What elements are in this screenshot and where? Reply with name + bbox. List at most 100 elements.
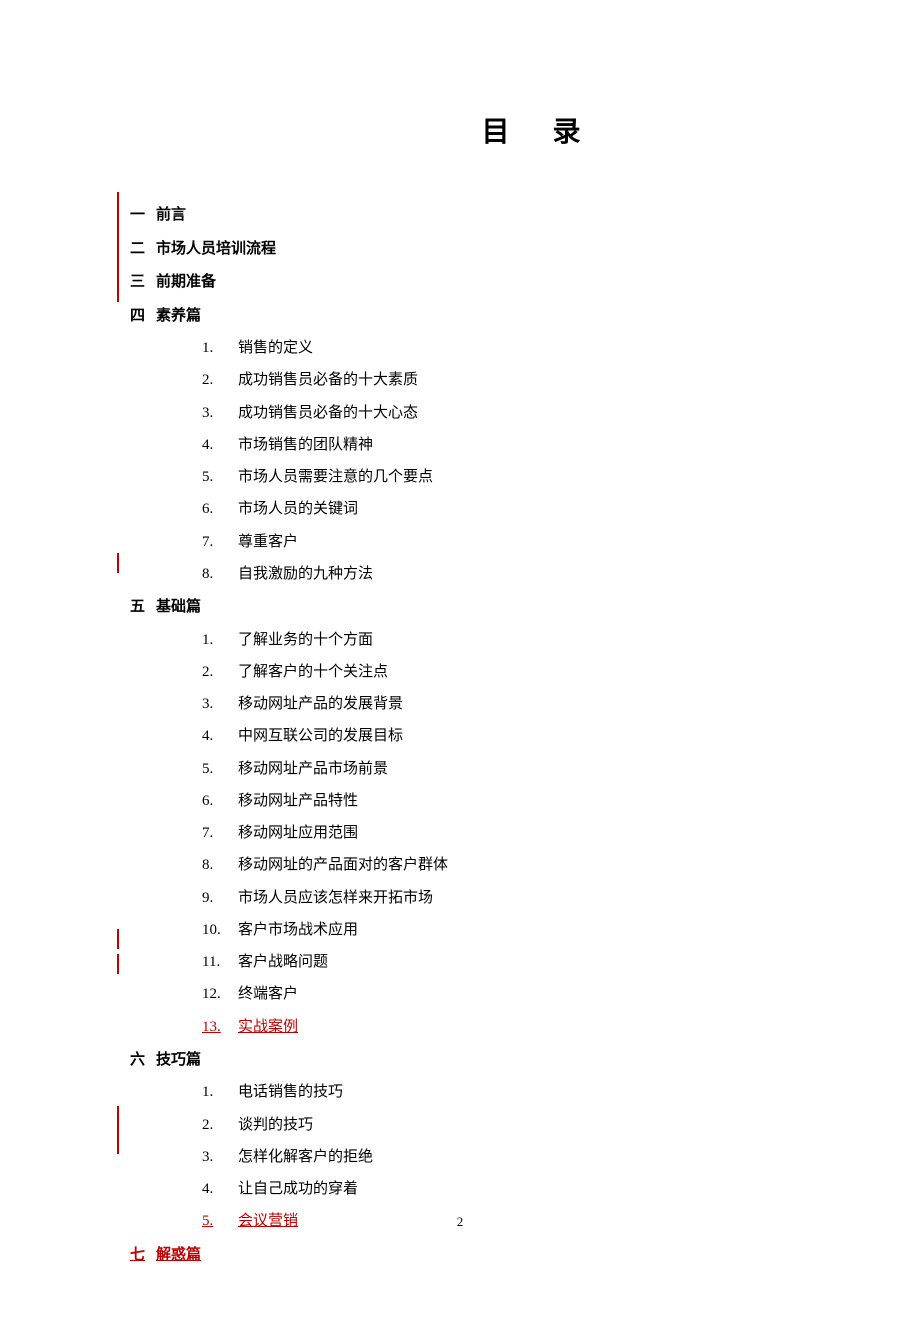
toc-item: 12.终端客户 xyxy=(196,978,790,1010)
item-text: 了解业务的十个方面 xyxy=(238,624,373,656)
section-number: 五 xyxy=(130,592,156,624)
toc-item: 5.市场人员需要注意的几个要点 xyxy=(196,461,790,493)
item-number: 7. xyxy=(196,817,238,849)
item-text: 怎样化解客户的拒绝 xyxy=(238,1141,373,1173)
toc-item: 5.移动网址产品市场前景 xyxy=(196,753,790,785)
toc-item: 11.客户战略问题 xyxy=(196,946,790,978)
toc-item: 4.市场销售的团队精神 xyxy=(196,429,790,461)
section-number: 四 xyxy=(130,301,156,333)
item-text: 移动网址产品的发展背景 xyxy=(238,688,403,720)
item-text: 市场销售的团队精神 xyxy=(238,429,373,461)
document-page: 目 录 一前言二市场人员培训流程三前期准备四素养篇1.销售的定义2.成功销售员必… xyxy=(0,0,920,1331)
section-label: 前言 xyxy=(156,207,186,223)
toc-item: 7.移动网址应用范围 xyxy=(196,817,790,849)
item-number: 10. xyxy=(196,914,238,946)
item-number: 1. xyxy=(196,1076,238,1108)
toc-section: 三前期准备 xyxy=(130,267,790,299)
item-number: 4. xyxy=(196,1173,238,1205)
item-number: 2. xyxy=(196,1109,238,1141)
toc-item: 3.移动网址产品的发展背景 xyxy=(196,688,790,720)
item-number: 8. xyxy=(196,849,238,881)
item-text: 移动网址产品特性 xyxy=(238,785,358,817)
item-number: 13. xyxy=(196,1011,238,1043)
section-label: 技巧篇 xyxy=(156,1052,201,1068)
section-label: 解惑篇 xyxy=(156,1247,201,1263)
section-label: 前期准备 xyxy=(156,274,216,290)
toc-item: 2.了解客户的十个关注点 xyxy=(196,656,790,688)
item-number: 4. xyxy=(196,720,238,752)
item-number: 8. xyxy=(196,558,238,590)
item-text: 成功销售员必备的十大心态 xyxy=(238,397,418,429)
item-number: 2. xyxy=(196,656,238,688)
table-of-contents: 一前言二市场人员培训流程三前期准备四素养篇1.销售的定义2.成功销售员必备的十大… xyxy=(130,200,790,1271)
item-text: 让自己成功的穿着 xyxy=(238,1173,358,1205)
toc-item: 13.实战案例 xyxy=(196,1011,790,1043)
item-number: 1. xyxy=(196,624,238,656)
toc-item: 7.尊重客户 xyxy=(196,526,790,558)
item-text: 尊重客户 xyxy=(238,526,298,558)
toc-item: 1.了解业务的十个方面 xyxy=(196,624,790,656)
item-text: 移动网址的产品面对的客户群体 xyxy=(238,849,448,881)
toc-item: 9.市场人员应该怎样来开拓市场 xyxy=(196,882,790,914)
item-number: 1. xyxy=(196,332,238,364)
toc-section: 六技巧篇 xyxy=(130,1045,790,1077)
toc-item: 2.谈判的技巧 xyxy=(196,1109,790,1141)
item-number: 6. xyxy=(196,493,238,525)
item-number: 3. xyxy=(196,1141,238,1173)
item-text: 市场人员应该怎样来开拓市场 xyxy=(238,882,433,914)
toc-item: 10.客户市场战术应用 xyxy=(196,914,790,946)
toc-section: 一前言 xyxy=(130,200,790,232)
item-number: 4. xyxy=(196,429,238,461)
item-text: 成功销售员必备的十大素质 xyxy=(238,364,418,396)
item-number: 5. xyxy=(196,753,238,785)
section-label: 市场人员培训流程 xyxy=(156,241,276,257)
item-text: 客户市场战术应用 xyxy=(238,914,358,946)
section-number: 一 xyxy=(130,200,156,232)
toc-item: 8.自我激励的九种方法 xyxy=(196,558,790,590)
item-text: 市场人员需要注意的几个要点 xyxy=(238,461,433,493)
item-number: 7. xyxy=(196,526,238,558)
item-text: 客户战略问题 xyxy=(238,946,328,978)
item-text: 市场人员的关键词 xyxy=(238,493,358,525)
item-text: 了解客户的十个关注点 xyxy=(238,656,388,688)
item-number: 3. xyxy=(196,397,238,429)
revision-mark xyxy=(117,1106,119,1154)
item-number: 12. xyxy=(196,978,238,1010)
toc-item: 6.市场人员的关键词 xyxy=(196,493,790,525)
item-text: 销售的定义 xyxy=(238,332,313,364)
section-number: 二 xyxy=(130,234,156,266)
item-text: 中网互联公司的发展目标 xyxy=(238,720,403,752)
toc-item: 3.成功销售员必备的十大心态 xyxy=(196,397,790,429)
item-text: 电话销售的技巧 xyxy=(238,1076,343,1108)
toc-item: 1.电话销售的技巧 xyxy=(196,1076,790,1108)
toc-item: 1.销售的定义 xyxy=(196,332,790,364)
toc-item: 8.移动网址的产品面对的客户群体 xyxy=(196,849,790,881)
revision-mark xyxy=(117,929,119,949)
item-number: 2. xyxy=(196,364,238,396)
section-number: 三 xyxy=(130,267,156,299)
section-items: 1.了解业务的十个方面2.了解客户的十个关注点3.移动网址产品的发展背景4.中网… xyxy=(130,624,790,1043)
revision-mark xyxy=(117,192,119,302)
toc-item: 6.移动网址产品特性 xyxy=(196,785,790,817)
item-text: 实战案例 xyxy=(238,1011,298,1043)
item-text: 谈判的技巧 xyxy=(238,1109,313,1141)
item-text: 自我激励的九种方法 xyxy=(238,558,373,590)
toc-item: 2.成功销售员必备的十大素质 xyxy=(196,364,790,396)
toc-section: 七解惑篇 xyxy=(130,1240,790,1272)
section-number: 六 xyxy=(130,1045,156,1077)
toc-section: 四素养篇 xyxy=(130,301,790,333)
item-number: 9. xyxy=(196,882,238,914)
item-number: 3. xyxy=(196,688,238,720)
section-items: 1.销售的定义2.成功销售员必备的十大素质3.成功销售员必备的十大心态4.市场销… xyxy=(130,332,790,590)
toc-item: 4.让自己成功的穿着 xyxy=(196,1173,790,1205)
toc-item: 4.中网互联公司的发展目标 xyxy=(196,720,790,752)
item-text: 移动网址应用范围 xyxy=(238,817,358,849)
item-number: 6. xyxy=(196,785,238,817)
item-number: 5. xyxy=(196,461,238,493)
page-title: 目 录 xyxy=(130,110,790,150)
toc-item: 3.怎样化解客户的拒绝 xyxy=(196,1141,790,1173)
section-label: 基础篇 xyxy=(156,599,201,615)
toc-section: 二市场人员培训流程 xyxy=(130,234,790,266)
page-number: 2 xyxy=(0,1214,920,1230)
section-number: 七 xyxy=(130,1240,156,1272)
